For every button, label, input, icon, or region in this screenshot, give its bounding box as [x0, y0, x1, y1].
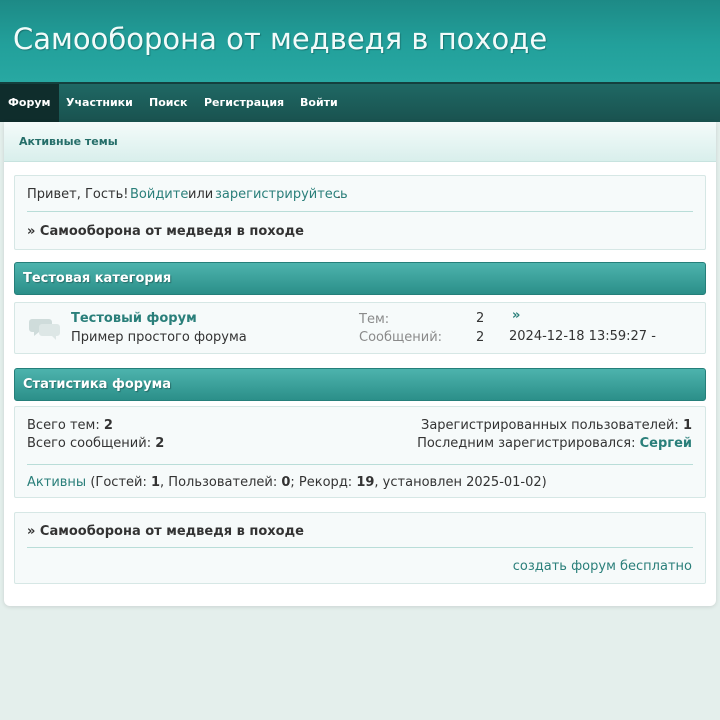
nav-item-login[interactable]: Войти [300, 84, 338, 122]
total-topics-label: Всего тем: [27, 418, 100, 433]
registered-users: Зарегистрированных пользователей: 1 [421, 418, 692, 433]
last-post-date: 2024-12-18 13:59:27 - [509, 329, 656, 344]
divider [27, 464, 693, 465]
active-users-link[interactable]: Активны [27, 475, 86, 490]
users-label: , Пользователей: [160, 475, 278, 490]
total-topics-value: 2 [103, 418, 113, 433]
record-label: ; Рекорд: [290, 475, 353, 490]
greeting-text: Привет, Гость! [27, 187, 129, 202]
site-title: Самооборона от медведя в походе [13, 22, 548, 56]
divider [27, 211, 693, 212]
guests-value: 1 [151, 475, 161, 490]
footer-box: » Самооборона от медведя в походе создат… [14, 512, 706, 584]
registered-users-value: 1 [682, 418, 692, 433]
last-post-link[interactable]: » [512, 308, 520, 323]
last-registered-label: Последним зарегистрировался: [417, 436, 636, 451]
forum-row: Тестовый форум Пример простого форума Те… [14, 302, 706, 354]
nav-item-members[interactable]: Участники [66, 84, 133, 122]
category-header: Тестовая категория [14, 262, 706, 295]
create-forum-link[interactable]: создать форум бесплатно [513, 559, 692, 574]
or-text: или [188, 187, 214, 202]
record-suffix: , установлен 2025-01-02) [374, 475, 547, 490]
period-text: . [337, 187, 342, 202]
total-posts: Всего сообщений: 2 [27, 436, 164, 451]
main-container: Активные темы Привет, Гость! Войдите или… [4, 122, 716, 606]
online-stats: Активны (Гостей: 1, Пользователей: 0; Ре… [27, 475, 547, 490]
main-nav: Форум Участники Поиск Регистрация Войти [0, 82, 720, 122]
last-registered: Последним зарегистрировался: Сергей [417, 436, 692, 451]
chat-bubbles-icon [29, 315, 61, 345]
site-header: Самооборона от медведя в походе [0, 0, 720, 82]
guests-label: (Гостей: [90, 475, 147, 490]
active-topics-link[interactable]: Активные темы [19, 135, 118, 148]
total-posts-value: 2 [155, 436, 165, 451]
topics-count: 2 [476, 311, 485, 326]
registered-users-label: Зарегистрированных пользователей: [421, 418, 679, 433]
subnav-bar: Активные темы [4, 122, 716, 162]
topics-label: Тем: [359, 312, 390, 327]
stats-header: Статистика форума [14, 368, 706, 401]
forum-description: Пример простого форума [71, 330, 247, 345]
total-posts-label: Всего сообщений: [27, 436, 152, 451]
nav-item-search[interactable]: Поиск [149, 84, 187, 122]
posts-label: Сообщений: [359, 330, 443, 345]
last-registered-user-link[interactable]: Сергей [640, 436, 692, 451]
stats-box: Всего тем: 2 Всего сообщений: 2 Зарегист… [14, 406, 706, 498]
forum-name-link[interactable]: Тестовый форум [71, 311, 197, 326]
register-link[interactable]: зарегистрируйтесь [215, 187, 348, 202]
posts-count: 2 [476, 330, 485, 345]
nav-item-register[interactable]: Регистрация [204, 84, 284, 122]
login-link[interactable]: Войдите [130, 187, 188, 202]
breadcrumb: » Самооборона от медведя в походе [27, 224, 304, 239]
nav-item-forum[interactable]: Форум [0, 84, 59, 122]
footer-breadcrumb: » Самооборона от медведя в походе [27, 524, 304, 539]
total-topics: Всего тем: 2 [27, 418, 113, 433]
divider [27, 547, 693, 548]
welcome-box: Привет, Гость! Войдите или зарегистрируй… [14, 175, 706, 250]
record-value: 19 [356, 475, 375, 490]
